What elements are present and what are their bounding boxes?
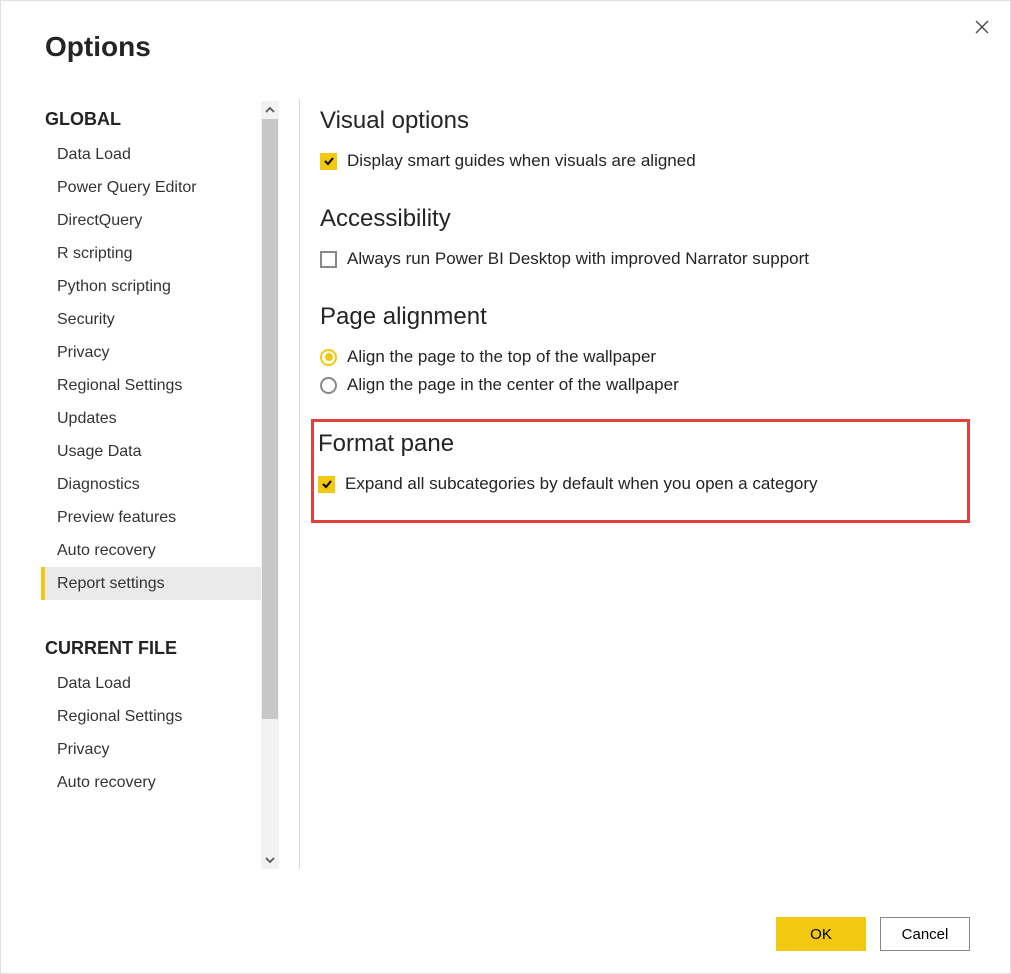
content-pane: Visual options Display smart guides when …	[318, 99, 1010, 869]
sidebar-item-label: Data Load	[57, 146, 131, 163]
dialog-footer: OK Cancel	[776, 917, 970, 951]
sidebar-scrollbar[interactable]	[261, 101, 279, 869]
sidebar: GLOBAL Data Load Power Query Editor DirectQ…	[1, 99, 279, 869]
vertical-divider	[299, 99, 300, 869]
group-title: Page alignment	[320, 303, 968, 331]
sidebar-item-regional-settings[interactable]: Regional Settings	[43, 700, 279, 733]
sidebar-item-label: R scripting	[57, 245, 133, 262]
sidebar-item-usage-data[interactable]: Usage Data	[43, 435, 279, 468]
scroll-up-button[interactable]	[261, 101, 279, 119]
sidebar-item-updates[interactable]: Updates	[43, 402, 279, 435]
sidebar-item-label: Auto recovery	[57, 774, 156, 791]
option-label: Align the page to the top of the wallpap…	[347, 347, 656, 367]
sidebar-item-label: Preview features	[57, 509, 176, 526]
option-label: Align the page in the center of the wall…	[347, 375, 679, 395]
sidebar-section-header: CURRENT FILE	[43, 628, 279, 667]
sidebar-item-report-settings[interactable]: Report settings	[41, 567, 279, 600]
sidebar-item-power-query-editor[interactable]: Power Query Editor	[43, 171, 279, 204]
chevron-down-icon	[264, 854, 276, 866]
group-title: Visual options	[320, 107, 968, 135]
dialog-body: GLOBAL Data Load Power Query Editor DirectQ…	[1, 99, 1010, 869]
option-label: Expand all subcategories by default when…	[345, 474, 818, 494]
sidebar-item-label: DirectQuery	[57, 212, 142, 229]
sidebar-item-label: Report settings	[57, 575, 165, 592]
settings-group-visual-options: Visual options Display smart guides when …	[318, 105, 970, 177]
sidebar-item-privacy[interactable]: Privacy	[43, 336, 279, 369]
sidebar-item-privacy[interactable]: Privacy	[43, 733, 279, 766]
checkbox-option[interactable]: Display smart guides when visuals are al…	[320, 147, 968, 175]
checkbox-option[interactable]: Always run Power BI Desktop with improve…	[320, 245, 968, 273]
radio[interactable]	[320, 377, 337, 394]
settings-group-page-alignment: Page alignment Align the page to the top …	[318, 301, 970, 401]
settings-group-format-pane: Format pane Expand all subcategories by d…	[311, 419, 970, 523]
dialog-title: Options	[1, 1, 1010, 63]
scrollbar-thumb[interactable]	[262, 119, 278, 719]
cancel-button[interactable]: Cancel	[880, 917, 970, 951]
option-label: Always run Power BI Desktop with improve…	[347, 249, 809, 269]
radio-option[interactable]: Align the page to the top of the wallpap…	[320, 343, 968, 371]
sidebar-item-data-load[interactable]: Data Load	[43, 667, 279, 700]
chevron-up-icon	[264, 104, 276, 116]
checkbox-option[interactable]: Expand all subcategories by default when…	[318, 470, 959, 498]
sidebar-item-label: Regional Settings	[57, 377, 182, 394]
sidebar-item-python-scripting[interactable]: Python scripting	[43, 270, 279, 303]
sidebar-item-security[interactable]: Security	[43, 303, 279, 336]
sidebar-item-r-scripting[interactable]: R scripting	[43, 237, 279, 270]
sidebar-item-auto-recovery[interactable]: Auto recovery	[43, 534, 279, 567]
sidebar-item-label: Regional Settings	[57, 708, 182, 725]
ok-button[interactable]: OK	[776, 917, 866, 951]
scroll-down-button[interactable]	[261, 851, 279, 869]
sidebar-item-data-load[interactable]: Data Load	[43, 138, 279, 171]
sidebar-item-label: Python scripting	[57, 278, 171, 295]
sidebar-item-preview-features[interactable]: Preview features	[43, 501, 279, 534]
sidebar-item-directquery[interactable]: DirectQuery	[43, 204, 279, 237]
close-icon	[974, 19, 990, 35]
sidebar-item-label: Security	[57, 311, 115, 328]
close-button[interactable]	[970, 15, 994, 39]
sidebar-item-label: Auto recovery	[57, 542, 156, 559]
option-label: Display smart guides when visuals are al…	[347, 151, 696, 171]
sidebar-item-label: Diagnostics	[57, 476, 140, 493]
sidebar-item-label: Updates	[57, 410, 117, 427]
checkbox[interactable]	[320, 153, 337, 170]
sidebar-item-regional-settings[interactable]: Regional Settings	[43, 369, 279, 402]
radio-option[interactable]: Align the page in the center of the wall…	[320, 371, 968, 399]
checkbox[interactable]	[320, 251, 337, 268]
sidebar-item-label: Usage Data	[57, 443, 142, 460]
settings-group-accessibility: Accessibility Always run Power BI Desktop…	[318, 203, 970, 275]
radio[interactable]	[320, 349, 337, 366]
sidebar-item-label: Power Query Editor	[57, 179, 197, 196]
sidebar-item-auto-recovery[interactable]: Auto recovery	[43, 766, 279, 799]
sidebar-item-label: Privacy	[57, 741, 109, 758]
sidebar-item-label: Privacy	[57, 344, 109, 361]
sidebar-item-label: Data Load	[57, 675, 131, 692]
group-title: Format pane	[318, 430, 959, 458]
checkbox[interactable]	[318, 476, 335, 493]
sidebar-item-diagnostics[interactable]: Diagnostics	[43, 468, 279, 501]
group-title: Accessibility	[320, 205, 968, 233]
sidebar-section-header: GLOBAL	[43, 99, 279, 138]
